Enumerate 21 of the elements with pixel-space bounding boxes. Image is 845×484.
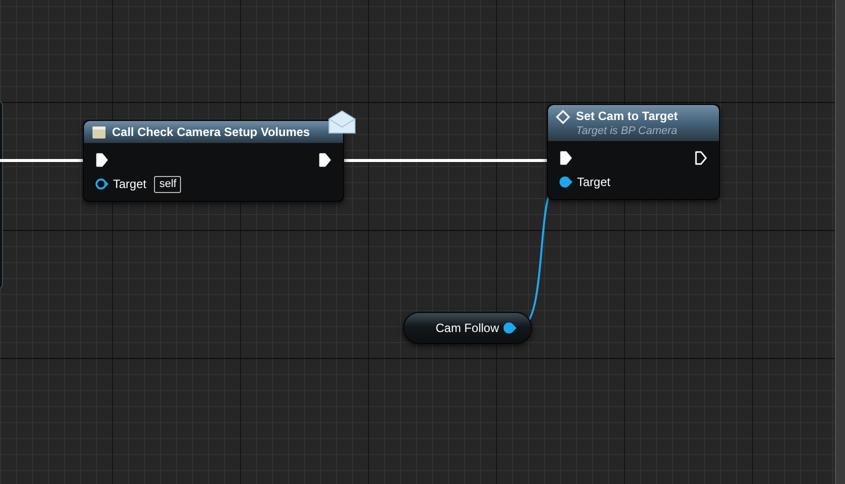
node-icon	[92, 126, 106, 139]
node-title: Set Cam to Target	[576, 108, 678, 124]
node-title: Call Check Camera Setup Volumes	[112, 124, 310, 140]
exec-pin-icon[interactable]	[560, 151, 572, 165]
default-value-field[interactable]: self	[154, 176, 182, 192]
variable-name: Cam Follow	[436, 320, 499, 337]
pin-label: Target	[113, 176, 146, 193]
exec-pin-icon[interactable]	[96, 153, 108, 167]
data-pin-icon[interactable]	[559, 176, 573, 188]
envelope-icon	[328, 110, 356, 134]
node-subtitle: Target is BP Camera	[576, 124, 678, 138]
function-node[interactable]: Set Cam to Target Target is BP Camera Target	[547, 104, 720, 200]
pin-label: Target	[577, 174, 610, 191]
diamond-icon	[556, 110, 570, 124]
variable-node[interactable]: Cam Follow	[403, 312, 532, 344]
data-pin-icon[interactable]	[95, 178, 109, 190]
function-node[interactable]: Call Check Camera Setup Volumes Target self	[83, 120, 344, 202]
data-pin-icon[interactable]	[503, 322, 517, 334]
exec-pin-icon[interactable]	[695, 151, 707, 165]
scrollbar[interactable]	[835, 0, 845, 484]
exec-pin-icon[interactable]	[319, 153, 331, 167]
